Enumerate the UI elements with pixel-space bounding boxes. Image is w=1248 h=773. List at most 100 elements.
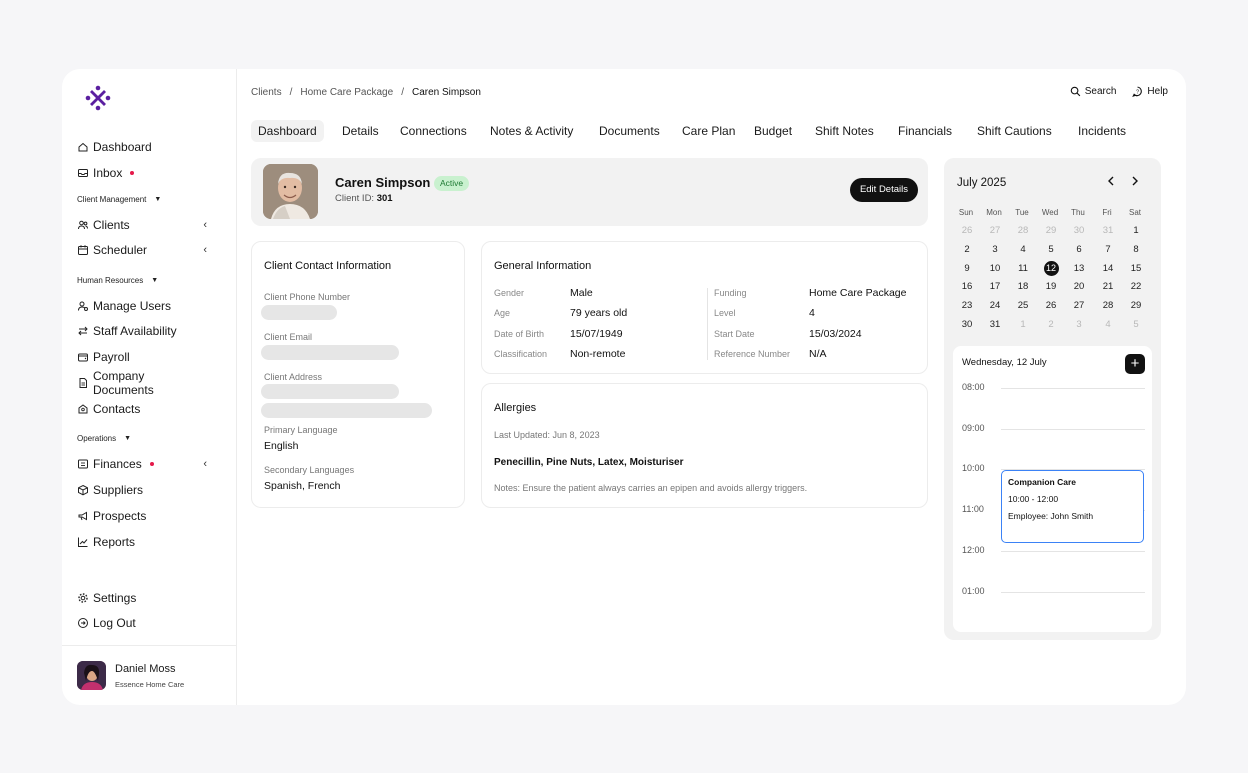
allergies-updated: Last Updated: Jun 8, 2023 [494, 430, 600, 440]
calendar-day[interactable]: 24 [986, 299, 1004, 313]
caret-down-icon: ▼ [124, 435, 132, 442]
calendar-day[interactable]: 26 [1042, 299, 1060, 313]
tab-incidents[interactable]: Incidents [1078, 120, 1126, 142]
calendar-day[interactable]: 7 [1099, 243, 1117, 257]
calendar-day[interactable]: 2 [958, 243, 976, 257]
tab-shift-notes[interactable]: Shift Notes [815, 120, 874, 142]
tab-documents[interactable]: Documents [599, 120, 660, 142]
user-profile[interactable]: Daniel Moss Essence Home Care [62, 645, 237, 705]
calendar-day[interactable]: 28 [1014, 224, 1032, 238]
sidebar-item-suppliers[interactable]: Suppliers [77, 480, 207, 500]
section-human-resources[interactable]: Human Resources ▼ [77, 276, 158, 285]
sidebar-item-reports[interactable]: Reports [77, 532, 207, 552]
calendar-day[interactable]: 4 [1014, 243, 1032, 257]
calendar-day[interactable]: 10 [986, 262, 1004, 276]
search-label: Search [1084, 86, 1117, 97]
section-operations[interactable]: Operations ▼ [77, 434, 131, 443]
calendar-day[interactable]: 15 [1127, 262, 1145, 276]
sidebar-item-label: Staff Availability [93, 324, 177, 338]
calendar-day[interactable]: 11 [1014, 262, 1032, 276]
sidebar-item-clients[interactable]: Clients ‹ [77, 215, 207, 235]
event-time: 10:00 - 12:00 [1008, 494, 1059, 504]
sidebar-item-dashboard[interactable]: Dashboard [77, 137, 207, 157]
sidebar-item-company-documents[interactable]: Company Documents [77, 369, 207, 397]
level-label: Level [714, 308, 736, 318]
tab-details[interactable]: Details [342, 120, 379, 142]
calendar-day[interactable]: 31 [1099, 224, 1117, 238]
tab-notes-activity[interactable]: Notes & Activity [490, 120, 573, 142]
sidebar-item-payroll[interactable]: Payroll [77, 347, 207, 367]
sidebar-item-scheduler[interactable]: Scheduler ‹ [77, 240, 207, 260]
chevron-right-icon[interactable] [1130, 174, 1140, 190]
sidebar-item-log-out[interactable]: Log Out [77, 613, 207, 633]
calendar-day[interactable]: 30 [958, 318, 976, 332]
calendar-day[interactable]: 23 [958, 299, 976, 313]
app-logo[interactable] [84, 84, 112, 112]
calendar-day[interactable]: 27 [986, 224, 1004, 238]
section-client-management[interactable]: Client Management ▼ [77, 195, 161, 204]
calendar-day[interactable]: 2 [1042, 318, 1060, 332]
breadcrumb-clients[interactable]: Clients [251, 87, 282, 98]
tab-financials[interactable]: Financials [898, 120, 952, 142]
client-contact-card: Client Contact Information Client Phone … [251, 241, 465, 508]
calendar-day-selected[interactable]: 12 [1043, 261, 1059, 277]
help-icon: ? [1132, 86, 1143, 97]
sidebar-item-manage-users[interactable]: Manage Users [77, 296, 207, 316]
calendar-day[interactable]: 31 [986, 318, 1004, 332]
calendar-day[interactable]: 4 [1099, 318, 1117, 332]
tab-dashboard[interactable]: Dashboard [251, 120, 324, 142]
calendar-day[interactable]: 20 [1070, 280, 1088, 294]
calendar-day[interactable]: 30 [1070, 224, 1088, 238]
allergies-notes: Notes: Ensure the patient always carries… [494, 483, 808, 493]
help-button[interactable]: ? Help [1132, 86, 1168, 97]
calendar-day[interactable]: 18 [1014, 280, 1032, 294]
calendar-day[interactable]: 6 [1070, 243, 1088, 257]
calendar-day[interactable]: 8 [1127, 243, 1145, 257]
calendar-day[interactable]: 14 [1099, 262, 1117, 276]
tab-budget[interactable]: Budget [754, 120, 792, 142]
sidebar-item-settings[interactable]: Settings [77, 588, 207, 608]
sidebar-item-staff-availability[interactable]: Staff Availability [77, 321, 207, 341]
calendar-day[interactable]: 5 [1042, 243, 1060, 257]
calendar-day[interactable]: 29 [1127, 299, 1145, 313]
calendar-day[interactable]: 28 [1099, 299, 1117, 313]
user-name: Daniel Moss [115, 663, 176, 675]
search-button[interactable]: Search [1070, 86, 1117, 97]
tab-shift-cautions[interactable]: Shift Cautions [977, 120, 1052, 142]
calendar-day[interactable]: 27 [1070, 299, 1088, 313]
sidebar-item-finances[interactable]: Finances ‹ [77, 454, 207, 474]
contact-card-title: Client Contact Information [264, 260, 392, 272]
chevron-left-icon: ‹ [203, 219, 207, 231]
calendar-event[interactable]: Companion Care 10:00 - 12:00 Employee: J… [1001, 470, 1144, 543]
calendar-day[interactable]: 21 [1099, 280, 1117, 294]
status-badge: Active [434, 176, 470, 191]
calendar-day[interactable]: 1 [1014, 318, 1032, 332]
calendar-day[interactable]: 22 [1127, 280, 1145, 294]
calendar-day[interactable]: 25 [1014, 299, 1032, 313]
sidebar-item-inbox[interactable]: Inbox [77, 163, 207, 183]
tab-care-plan[interactable]: Care Plan [682, 120, 735, 142]
calendar-day[interactable]: 9 [958, 262, 976, 276]
sidebar-item-label: Suppliers [93, 483, 144, 497]
tab-connections[interactable]: Connections [400, 120, 467, 142]
breadcrumb-home-care-package[interactable]: Home Care Package [300, 87, 393, 98]
chevron-left-icon[interactable] [1106, 174, 1116, 190]
calendar-day[interactable]: 26 [958, 224, 976, 238]
calendar-day[interactable]: 5 [1127, 318, 1145, 332]
calendar-day[interactable]: 16 [958, 280, 976, 294]
start-date-value: 15/03/2024 [809, 328, 862, 340]
calendar-day[interactable]: 3 [1070, 318, 1088, 332]
add-event-button[interactable]: + [1125, 354, 1145, 374]
calendar-day[interactable]: 13 [1070, 262, 1088, 276]
calendar-day[interactable]: 1 [1127, 224, 1145, 238]
calendar-day[interactable]: 29 [1042, 224, 1060, 238]
caret-down-icon: ▼ [154, 196, 162, 203]
calendar-day[interactable]: 17 [986, 280, 1004, 294]
primary-language-label: Primary Language [264, 425, 338, 435]
calendar-day[interactable]: 19 [1042, 280, 1060, 294]
reference-number-label: Reference Number [714, 349, 791, 359]
sidebar-item-contacts[interactable]: Contacts [77, 399, 207, 419]
calendar-day[interactable]: 3 [986, 243, 1004, 257]
edit-details-button[interactable]: Edit Details [849, 178, 918, 202]
sidebar-item-prospects[interactable]: Prospects [77, 506, 207, 526]
